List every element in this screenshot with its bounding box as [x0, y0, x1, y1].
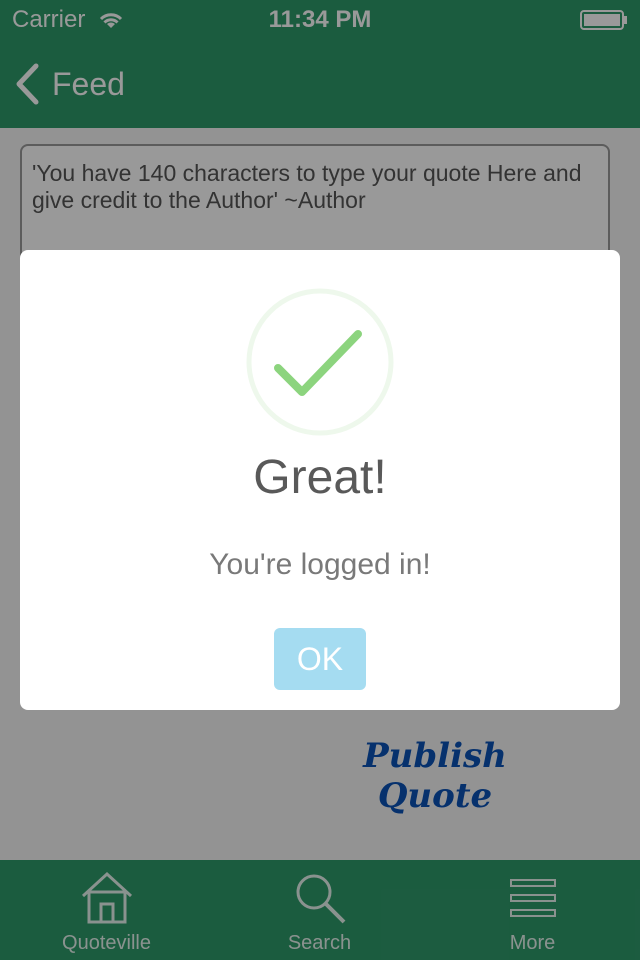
checkmark-icon [246, 288, 394, 436]
alert-message: You're logged in! [209, 548, 431, 581]
alert-title: Great! [253, 451, 387, 504]
ok-button[interactable]: OK [274, 628, 366, 690]
success-alert: Great! You're logged in! OK [20, 250, 620, 710]
